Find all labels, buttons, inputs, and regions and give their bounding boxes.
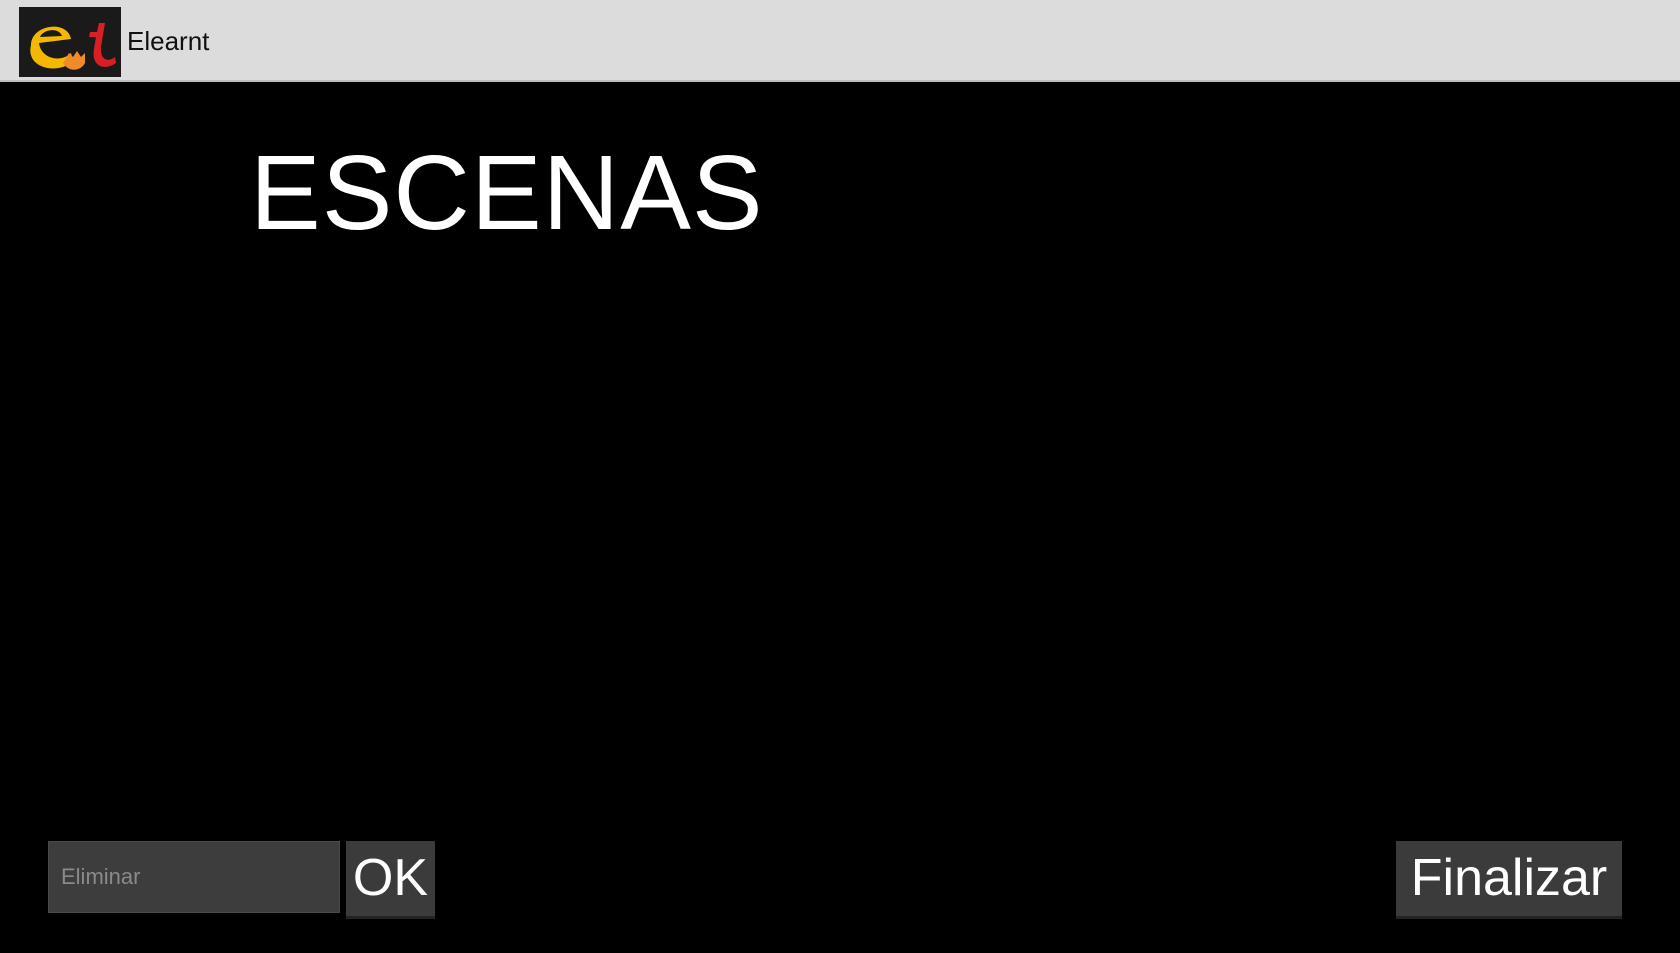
finish-button[interactable]: Finalizar (1396, 841, 1622, 919)
title-bar: Elearnt (0, 0, 1680, 82)
delete-input[interactable] (48, 841, 340, 913)
page-title: ESCENAS (250, 134, 764, 252)
app-screen: Elearnt ESCENAS OK Finalizar (0, 0, 1680, 953)
app-title: Elearnt (127, 26, 210, 56)
ok-button[interactable]: OK (346, 841, 435, 919)
elearnt-logo-icon (19, 7, 121, 77)
